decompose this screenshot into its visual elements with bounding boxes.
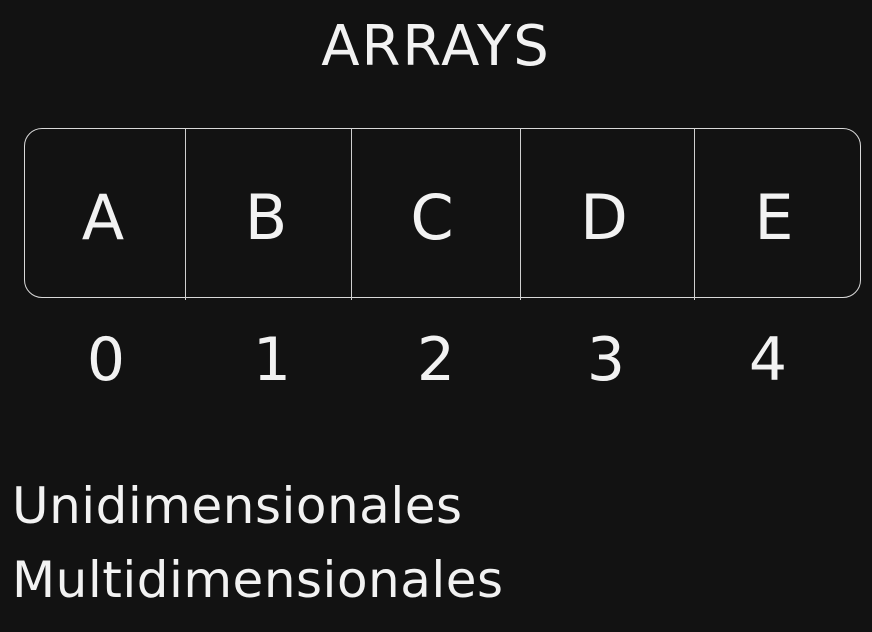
array-index: 1 [252, 325, 292, 395]
cell-divider [351, 128, 352, 300]
array-cell-value: B [244, 181, 288, 254]
array-cell-value: E [754, 181, 794, 254]
cell-divider [520, 128, 521, 300]
array-index: 0 [86, 325, 126, 395]
array-index: 4 [748, 325, 788, 395]
diagram-title: ARRAYS [321, 14, 551, 79]
array-cell-value: A [81, 181, 125, 254]
array-index: 2 [416, 325, 456, 395]
cell-divider [694, 128, 695, 300]
array-cell-value: C [410, 181, 454, 254]
array-index: 3 [586, 325, 626, 395]
cell-divider [185, 128, 186, 300]
array-cell-value: D [580, 181, 628, 254]
array-type-unidimensional: Unidimensionales [12, 477, 463, 535]
array-type-multidimensional: Multidimensionales [12, 551, 504, 609]
